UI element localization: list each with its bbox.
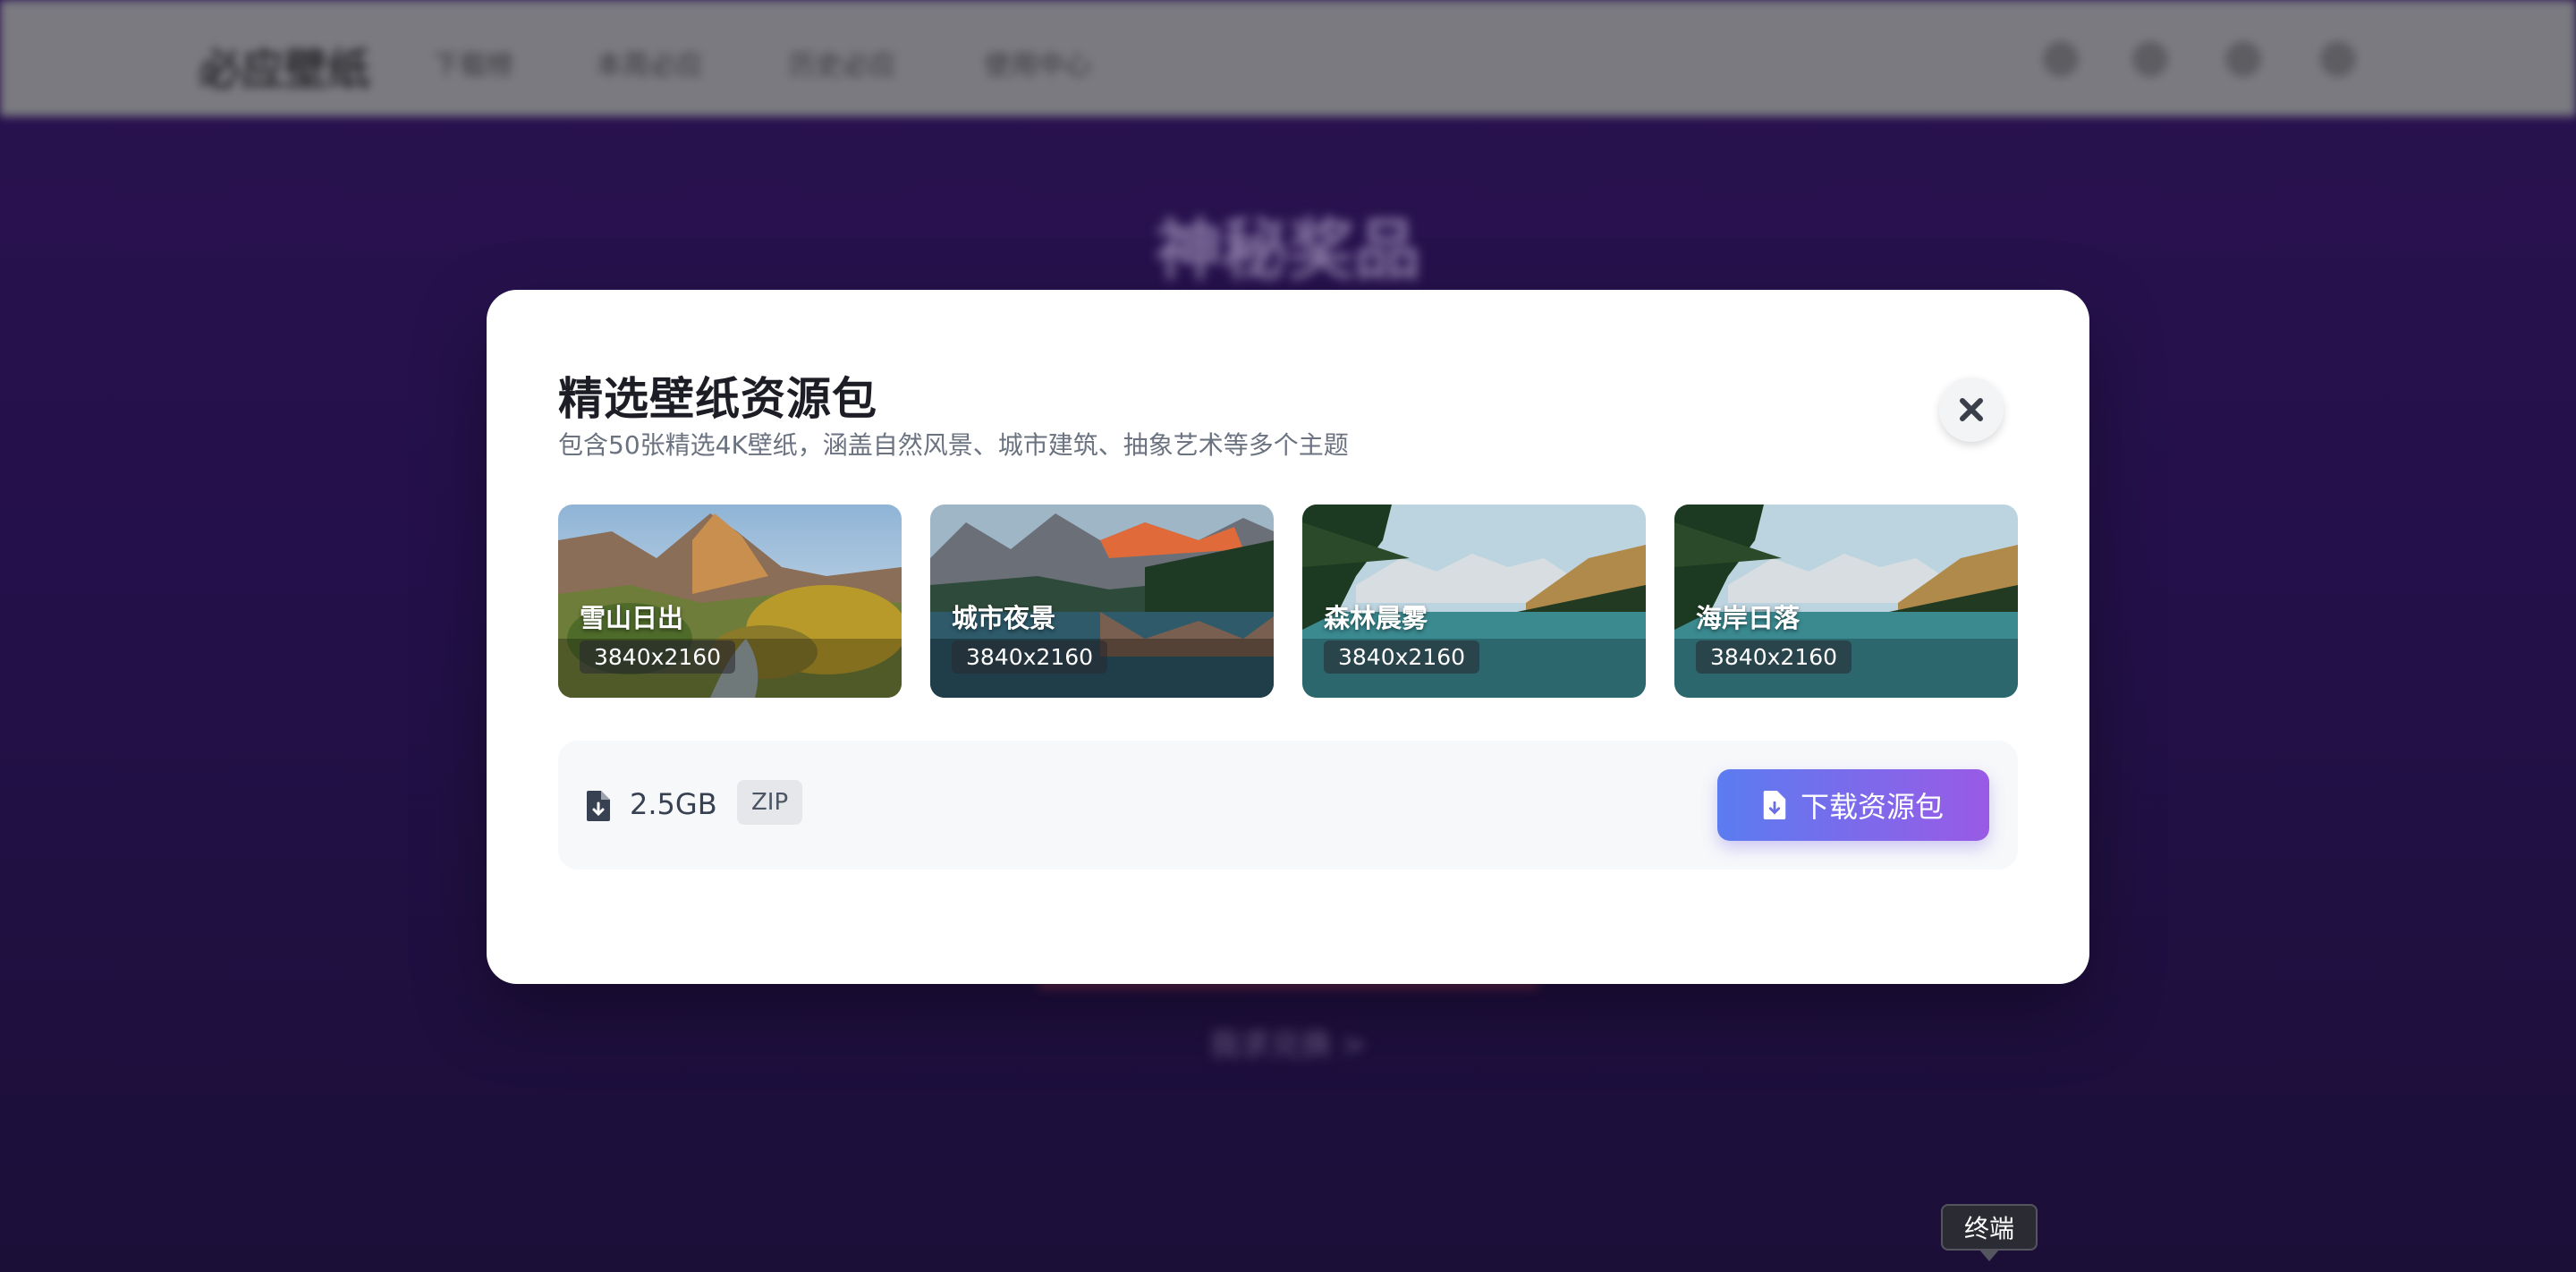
thumbnail-resolution: 3840x2160 <box>1324 640 1480 674</box>
user-avatar-icon <box>2320 41 2356 77</box>
tooltip-arrow <box>1979 1249 2000 1261</box>
nav-item-history: 历史必应 <box>789 50 896 81</box>
redeem-link: 我求兑换 > <box>1209 1027 1367 1063</box>
thumbnail-card[interactable]: 城市夜景 3840x2160 <box>930 505 1274 698</box>
site-logo: 必应壁纸 <box>199 45 371 95</box>
nav-item-weekly: 本周必应 <box>596 50 703 81</box>
thumbnail-title: 森林晨雾 <box>1324 603 1428 633</box>
download-button[interactable]: 下载资源包 <box>1717 769 1989 841</box>
file-download-icon <box>1763 791 1786 819</box>
format-badge: ZIP <box>737 780 803 825</box>
search-icon <box>2132 41 2168 77</box>
nav-item-downloads: 下载榜 <box>433 50 513 81</box>
thumbnail-title: 城市夜景 <box>952 603 1056 633</box>
dock-tooltip: 终端 <box>1941 1204 2038 1251</box>
close-button[interactable] <box>1939 377 2004 442</box>
thumbnail-grid: 雪山日出 3840x2160 城市夜景 3840x2160 森林晨雾 3840x… <box>558 505 2018 698</box>
modal-description: 包含50张精选4K壁纸，涵盖自然风景、城市建筑、抽象艺术等多个主题 <box>558 430 1349 460</box>
thumbnail-card[interactable]: 森林晨雾 3840x2160 <box>1302 505 1646 698</box>
thumbnail-title: 海岸日落 <box>1696 603 1801 633</box>
resource-pack-modal: 精选壁纸资源包 包含50张精选4K壁纸，涵盖自然风景、城市建筑、抽象艺术等多个主… <box>487 290 2089 984</box>
download-button-label: 下载资源包 <box>1800 790 1944 824</box>
thumbnail-resolution: 3840x2160 <box>580 640 736 674</box>
thumbnail-resolution: 3840x2160 <box>1696 640 1852 674</box>
nav-item-center: 使用中心 <box>984 50 1091 81</box>
download-info-bar: 2.5GB ZIP 下载资源包 <box>558 741 2018 869</box>
language-icon <box>2043 41 2079 77</box>
theme-icon <box>2225 41 2261 77</box>
page-title: 神秘奖品 <box>1156 212 1420 289</box>
thumbnail-card[interactable]: 海岸日落 3840x2160 <box>1674 505 2018 698</box>
thumbnail-title: 雪山日出 <box>580 603 684 633</box>
file-download-icon <box>587 791 610 821</box>
thumbnail-card[interactable]: 雪山日出 3840x2160 <box>558 505 902 698</box>
file-size: 2.5GB <box>630 787 717 821</box>
close-icon <box>1960 398 1983 421</box>
modal-title: 精选壁纸资源包 <box>558 373 877 425</box>
thumbnail-resolution: 3840x2160 <box>952 640 1108 674</box>
top-navbar: 必应壁纸 下载榜 本周必应 历史必应 使用中心 <box>0 0 2576 116</box>
